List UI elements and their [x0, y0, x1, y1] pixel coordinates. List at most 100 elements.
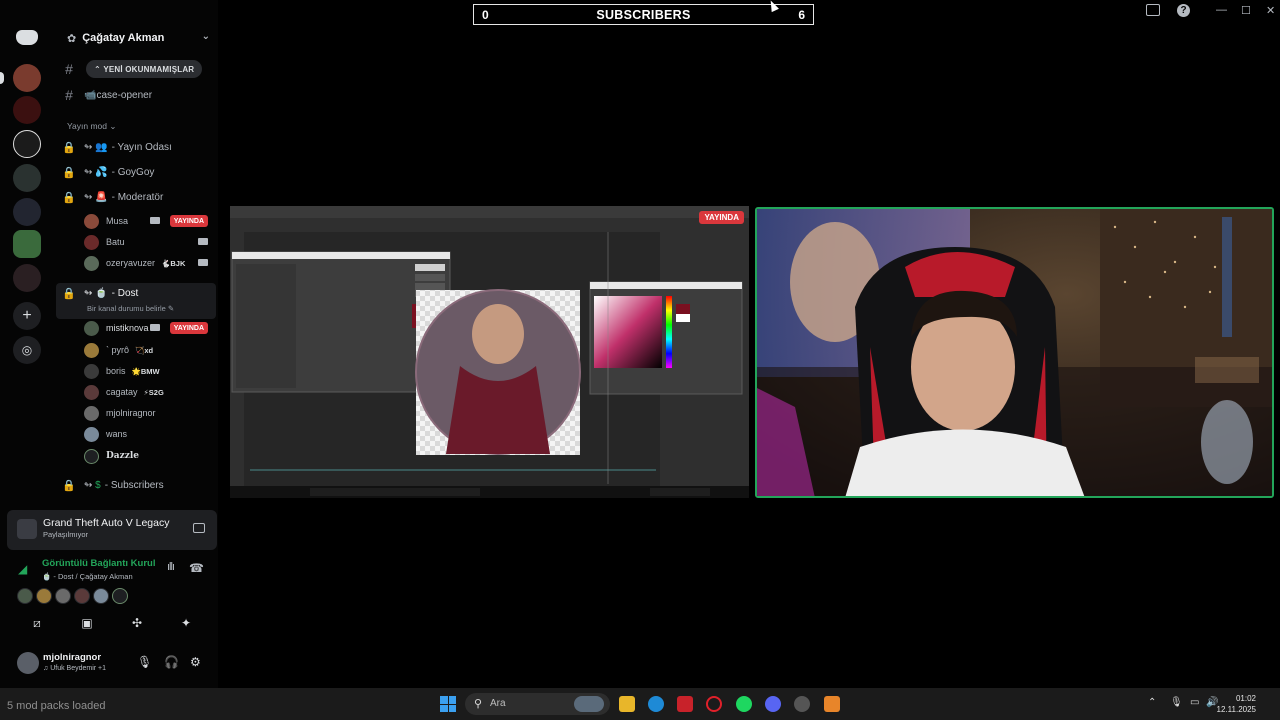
server-icon-1[interactable]: [13, 64, 41, 92]
microphone-icon[interactable]: 🎙: [137, 655, 152, 669]
avatar[interactable]: [17, 652, 39, 674]
voice-user-boris[interactable]: boris 🌟BMW: [84, 361, 216, 381]
avatar: [84, 363, 99, 379]
tray-chevron-icon[interactable]: ⌃: [1148, 697, 1156, 708]
server-icon-4[interactable]: [13, 164, 41, 192]
clock-time: 01:02: [1235, 694, 1256, 703]
chevron-down-icon[interactable]: ⌄: [202, 31, 210, 42]
channel-label: - Yayın Odası: [111, 141, 172, 153]
voice-participants: [17, 588, 128, 604]
network-icon[interactable]: ▭: [1190, 697, 1199, 708]
activity-panel[interactable]: Grand Theft Auto V Legacy Paylaşılmıyor: [7, 510, 217, 550]
voice-user-mjolniragnor[interactable]: mjolniragnor: [84, 403, 216, 423]
lock-icon: 🔒: [62, 287, 76, 300]
taskbar-clock[interactable]: 01:02 12.11.2025: [1217, 693, 1256, 715]
stream-tile-camera[interactable]: [755, 207, 1274, 498]
search-placeholder: Ara: [490, 698, 506, 709]
server-icon-3[interactable]: [13, 130, 41, 158]
server-icon-5[interactable]: [13, 198, 41, 226]
mod-status-text: 5 mod packs loaded: [7, 700, 106, 712]
signal-icon: ◢: [18, 562, 28, 576]
activities-icon[interactable]: ✣: [127, 616, 147, 632]
minimize-icon[interactable]: —: [1216, 4, 1227, 16]
avatar[interactable]: [93, 588, 109, 604]
voice-status-channel[interactable]: 🍵 - Dost / Çağatay Akman: [42, 572, 133, 581]
voice-user-mistiknova[interactable]: mistiknova YAYINDA: [84, 318, 216, 338]
inbox-icon[interactable]: [1146, 4, 1160, 16]
server-name: Çağatay Akman: [82, 32, 165, 44]
channel-row-case-opener[interactable]: # 📹case-opener: [54, 85, 218, 105]
lock-icon: 🔒: [62, 479, 76, 492]
opera-icon[interactable]: [706, 696, 722, 712]
activity-title: Grand Theft Auto V Legacy: [43, 517, 170, 529]
headphones-icon[interactable]: 🎧: [164, 655, 179, 669]
app-icon[interactable]: [824, 696, 840, 712]
avatar[interactable]: [112, 588, 128, 604]
voice-user-wans[interactable]: wans: [84, 424, 216, 444]
channel-status-text[interactable]: Bir kanal durumu belirle ✎: [87, 304, 174, 313]
discord-home-icon[interactable]: [16, 30, 38, 45]
discord-icon[interactable]: [765, 696, 781, 712]
maximize-icon[interactable]: ☐: [1241, 4, 1251, 17]
user-name: mistiknova: [106, 323, 149, 333]
microphone-icon[interactable]: 🎙: [1170, 697, 1183, 708]
unread-badge[interactable]: ⌃ YENİ OKUNMAMIŞLAR: [86, 60, 203, 78]
voice-user-ozeryavuzer[interactable]: ozeryavuzer 🐇BJK: [84, 253, 216, 273]
share-screen-icon[interactable]: [193, 523, 205, 533]
user-status: ♫ Ufuk Beydemir +1: [43, 665, 107, 672]
spotify-icon[interactable]: [736, 696, 752, 712]
gear-icon[interactable]: ⚙: [190, 655, 201, 669]
avatar[interactable]: [36, 588, 52, 604]
avatar: [84, 426, 99, 442]
voice-user-batu[interactable]: Batu: [84, 232, 216, 252]
camera-off-icon[interactable]: ⧄: [27, 616, 47, 632]
voice-user-cagatay[interactable]: cagatay ⚡S2G: [84, 382, 216, 402]
stream-tile-screenshare[interactable]: YAYINDA: [230, 206, 749, 498]
user-name: ozeryavuzer: [106, 258, 156, 268]
help-icon[interactable]: ?: [1177, 4, 1190, 17]
avatar[interactable]: [55, 588, 71, 604]
server-icon-7[interactable]: [13, 264, 41, 292]
app-icon[interactable]: [677, 696, 693, 712]
voice-channel-yayin[interactable]: 🔒 ↬ 👥 - Yayın Odası: [54, 137, 218, 157]
voice-user-musa[interactable]: Musa YAYINDA: [84, 211, 216, 231]
user-name: Dazzle: [106, 451, 140, 461]
channel-label: - GoyGoy: [111, 166, 155, 178]
server-header[interactable]: ✿ Çağatay Akman ⌄: [54, 22, 218, 54]
file-explorer-icon[interactable]: [619, 696, 635, 712]
category-label[interactable]: Yayın mod ⌄: [67, 121, 117, 132]
server-indicator: [0, 72, 4, 84]
live-badge: YAYINDA: [169, 215, 208, 227]
add-server-icon[interactable]: +: [13, 302, 41, 330]
game-icon: [17, 519, 37, 539]
user-name: mjolniragnor: [106, 408, 156, 418]
unread-badge-label: YENİ OKUNMAMIŞLAR: [103, 64, 195, 74]
channel-label: - Subscribers: [104, 479, 164, 491]
disconnect-icon[interactable]: ☎: [189, 561, 204, 575]
avatar: [84, 234, 99, 250]
noise-suppression-icon[interactable]: ıllı: [167, 561, 175, 573]
user-panel: mjolniragnor ♫ Ufuk Beydemir +1 🎙 🎧 ⚙: [7, 646, 217, 680]
server-icon-6[interactable]: [13, 230, 41, 258]
avatar[interactable]: [74, 588, 90, 604]
voice-channel-subscribers[interactable]: 🔒 ↬ $ - Subscribers: [54, 475, 218, 495]
server-icon-2[interactable]: [13, 96, 41, 124]
steam-icon[interactable]: [794, 696, 810, 712]
user-name[interactable]: mjolniragnor: [43, 652, 101, 663]
screen-share-icon[interactable]: ▣: [77, 616, 97, 632]
start-icon[interactable]: [440, 696, 456, 712]
voice-channel-goygoy[interactable]: 🔒 ↬ 💦 - GoyGoy: [54, 162, 218, 182]
edge-icon[interactable]: [648, 696, 664, 712]
avatar: [84, 255, 99, 271]
voice-user-dazzle[interactable]: Dazzle: [84, 446, 216, 466]
voice-status-title[interactable]: Görüntülü Bağlantı Kurul: [42, 558, 155, 569]
voice-channel-moderator[interactable]: 🔒 ↬ 🚨 - Moderatör: [54, 187, 218, 207]
close-icon[interactable]: ✕: [1266, 4, 1275, 17]
user-name: ` pyrô: [106, 345, 130, 355]
discover-icon[interactable]: ◎: [13, 336, 41, 364]
taskbar-search[interactable]: ⚲ Ara: [465, 693, 610, 715]
soundboard-icon[interactable]: ✦: [176, 616, 196, 632]
voice-user-pyro[interactable]: ` pyrô 🏹xd: [84, 340, 216, 360]
voice-channel-dost[interactable]: 🔒 ↬ 🍵 - Dost: [54, 283, 218, 303]
avatar[interactable]: [17, 588, 33, 604]
